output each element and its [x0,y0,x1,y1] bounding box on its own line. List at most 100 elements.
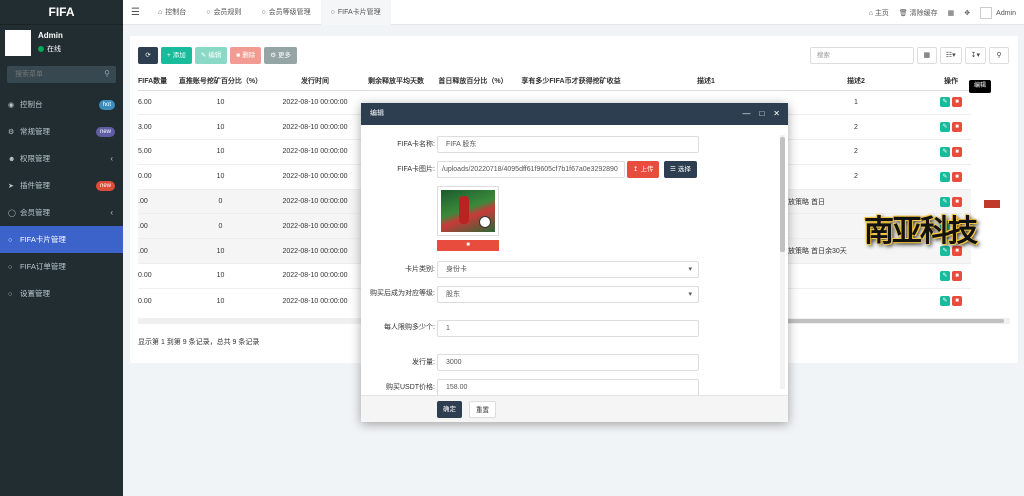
delete-button[interactable]: ■ 删除 [230,47,262,64]
column-header: 操作 [931,72,971,91]
circle-icon: ○ [8,237,13,244]
column-header[interactable]: 享有多少FIFA币才获得挖矿收益 [511,72,631,91]
table-cell [781,287,931,314]
column-header[interactable]: 描述2 [781,72,931,91]
table-cell: 2022-08-10 00:00:00 [273,114,357,140]
translate-icon[interactable]: ▦ [948,9,955,17]
card-type-select[interactable]: 身份卡 [437,261,699,278]
selected-value: 身份卡 [446,266,467,273]
table-cell: 10 [168,89,273,115]
table-cell: 0.00 [138,263,168,289]
sidebar-item-general[interactable]: ⚙ 常规管理 new [0,118,123,145]
tab-label: FIFA卡片管理 [337,9,381,16]
sidebar-item-label: FIFA卡片管理 [20,235,66,244]
row-delete-button[interactable]: ■ [952,270,962,281]
more-button[interactable]: ⚙ 更多 [264,47,298,64]
upload-label: 上传 [640,166,654,173]
sidebar-item-fifa-orders[interactable]: ○ FIFA订单管理 [0,253,123,280]
row-edit-button[interactable]: ✎ [940,146,950,157]
minimize-icon[interactable]: — [742,103,750,125]
remove-image-button[interactable]: ■ [437,240,499,251]
row-edit-button[interactable]: ✎ [940,122,950,133]
choose-button[interactable]: ☰ 选择 [664,161,697,178]
row-edit-button[interactable]: ✎ [940,270,950,281]
user-menu[interactable]: Admin [980,6,1016,19]
column-header[interactable]: 首日释放百分比（%） [435,72,511,91]
table-search-input[interactable]: 搜索 [809,47,914,64]
home-link[interactable]: ⌂ 主页 [869,8,889,18]
level-select[interactable]: 股东 [437,286,699,303]
row-delete-button[interactable]: ■ [952,296,962,307]
issue-input[interactable]: 3000 [437,354,699,371]
sidebar-item-settings[interactable]: ○ 设置管理 [0,280,123,307]
maximize-icon[interactable]: □ [759,103,764,125]
row-delete-button[interactable]: ■ [952,122,962,133]
export-button[interactable]: ↧▾ [964,47,986,64]
row-delete-button[interactable]: ■ [952,146,962,157]
table-icon: ▦ [923,52,931,59]
rocket-icon: ➤ [8,183,14,190]
toggle-view-button[interactable]: ▦ [916,47,937,64]
tab-dashboard[interactable]: ⌂ 控制台 [148,0,196,25]
table-cell: 3.00 [138,114,168,140]
sidebar-item-fifa-cards[interactable]: ○ FIFA卡片管理 [0,226,123,253]
modal-scrollbar[interactable] [780,135,785,389]
card-image-preview[interactable] [437,186,499,236]
row-edit-button[interactable]: ✎ [940,97,950,108]
player-shape [459,196,469,224]
sidebar-item-dashboard[interactable]: ◉ 控制台 hot [0,91,123,118]
column-header[interactable]: 剩余释放平均天数 [357,72,435,91]
reset-button[interactable]: 重置 [469,401,496,418]
table-cell: 0.00 [138,287,168,314]
table-cell: 10 [168,139,273,165]
row-actions: ✎ ■ [931,163,971,190]
scrollbar-thumb[interactable] [780,137,785,252]
search-toggle-button[interactable]: ⚲ [989,47,1009,64]
dashboard-icon: ◉ [8,102,15,109]
avatar [980,6,993,19]
sidebar-item-label: 设置管理 [20,289,50,298]
row-edit-button[interactable]: ✎ [940,171,950,182]
price-input[interactable]: 158.00 [437,379,699,395]
confirm-button[interactable]: 确定 [437,401,462,418]
card-name-input[interactable]: FIFA 股东 [437,136,699,153]
row-delete-button[interactable]: ■ [952,171,962,182]
refresh-button[interactable]: ⟳ [138,47,158,64]
sidebar-item-members[interactable]: ◯ 会员管理 ‹ [0,199,123,226]
row-edit-button[interactable]: ✎ [940,296,950,307]
brand-logo[interactable]: FIFA [0,0,123,25]
table-cell: 2 [781,139,931,165]
columns-button[interactable]: ☷▾ [939,47,962,64]
tab-member-rules[interactable]: ○ 会员规则 [196,0,251,25]
row-delete-button[interactable]: ■ [952,97,962,108]
table-toolbar: ⟳ + 添加 ✎ 编辑 ■ 删除 ⚙ 更多 [138,47,298,64]
column-header[interactable]: 发行时间 [273,72,357,91]
tab-label: 会员等级管理 [268,9,311,16]
sidebar-item-auth[interactable]: ☻ 权限管理 ‹ [0,145,123,172]
table-cell: .00 [138,188,168,214]
column-header[interactable]: 描述1 [631,72,781,91]
tab-fifa-cards[interactable]: ○ FIFA卡片管理 [320,0,391,25]
close-icon[interactable]: ✕ [773,103,780,125]
table-tools-right: 搜索 ▦ ☷▾ ↧▾ ⚲ [809,47,1009,64]
fullscreen-icon[interactable]: ✥ [964,9,970,17]
cogs-icon: ⚙ [8,129,15,136]
search-icon[interactable]: ⚲ [104,69,110,78]
nav-right: ⌂ 主页 🗑 清除缓存 ▦ ✥ Admin [869,0,1016,25]
edit-button[interactable]: ✎ 编辑 [194,47,228,64]
column-header[interactable]: FIFA数量 [138,72,168,91]
sidebar-item-plugins[interactable]: ➤ 插件管理 new [0,172,123,199]
card-image-input[interactable]: /uploads/20220718/4095dff61f9605cf7b1f67… [437,161,625,178]
user-panel: Admin 在线 [0,25,123,62]
sidebar: FIFA Admin 在线 ⚲ ◉控制台hot ⚙常规管理new ☻权限管理‹ … [0,0,123,496]
table-cell: 2 [781,163,931,190]
hamburger-icon[interactable]: ☰ [131,7,140,18]
upload-button[interactable]: ↥ 上传 [627,161,660,178]
clear-cache-link[interactable]: 🗑 清除缓存 [899,8,938,18]
field-label: FIFA卡名称: [397,141,435,148]
add-button[interactable]: + 添加 [161,47,192,64]
column-header[interactable]: 直推账号挖矿百分比（%） [168,72,273,91]
tab-member-levels[interactable]: ○ 会员等级管理 [251,0,320,25]
limit-input[interactable]: 1 [437,320,699,337]
sidebar-search-input[interactable] [7,66,116,83]
